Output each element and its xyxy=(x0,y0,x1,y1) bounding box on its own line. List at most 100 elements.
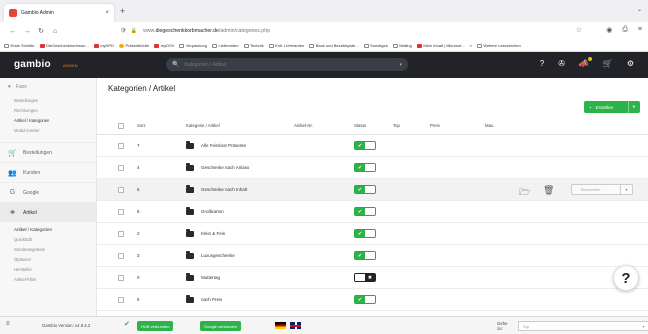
table-row[interactable]: 7 Alle Feinkost Präsente ✔ xyxy=(97,135,648,157)
sidebar-favorite-item[interactable]: Rechnungen xyxy=(0,106,96,116)
sidebar-favorite-item[interactable]: Bestellungen xyxy=(0,96,96,106)
table-row[interactable]: 4 Geschenke nach Anlass ✔ xyxy=(97,157,648,179)
goto-dropdown[interactable]: Top ▾ xyxy=(517,321,648,331)
admin-search[interactable]: 🔍 ▾ xyxy=(166,58,408,71)
bookmark-item[interactable]: Technik xyxy=(243,43,264,48)
status-toggle[interactable]: ✔ xyxy=(354,135,376,156)
menu-icon[interactable]: ≡ xyxy=(638,26,642,34)
col-article-no[interactable]: Artikel-Nr. xyxy=(294,117,313,134)
reload-icon[interactable]: ↻ xyxy=(34,27,48,35)
status-toggle[interactable]: ✖ xyxy=(354,267,376,288)
bookmark-item[interactable]: Lieferanten xyxy=(211,43,239,48)
row-checkbox[interactable] xyxy=(118,201,124,222)
bookmark-item[interactable]: Sonstiges xyxy=(363,43,388,48)
select-all-checkbox[interactable] xyxy=(118,117,124,134)
bookmark-item[interactable]: Präsentkörbe xyxy=(118,43,149,48)
sidebar-subitem[interactable]: Artikel-Filter xyxy=(0,275,96,285)
col-max[interactable]: Max. xyxy=(485,117,494,134)
bookmark-item[interactable]: Mein Inhalt | Microsof... xyxy=(416,43,465,48)
bookmark-item[interactable]: Mailing xyxy=(392,43,412,48)
chevron-down-icon[interactable]: ▾ xyxy=(399,62,402,68)
footer-menu-icon[interactable]: ≡ xyxy=(6,321,10,327)
forward-icon[interactable]: → xyxy=(20,28,34,35)
sidebar-subitem[interactable]: Artikel / Kategorien xyxy=(0,224,96,235)
row-name[interactable]: Großkarton xyxy=(186,201,224,222)
bookmark-item[interactable]: myDPD xyxy=(93,43,114,48)
address-bar[interactable]: 🛡 🔒 www. diegeschenkkorbmacher.de/admin/c… xyxy=(120,25,590,37)
tab-close-icon[interactable]: × xyxy=(105,10,109,16)
admin-search-input[interactable] xyxy=(184,61,400,68)
row-checkbox[interactable] xyxy=(118,179,124,200)
col-sort[interactable]: Sort. xyxy=(137,117,146,134)
table-row[interactable]: 0 Muttertag ✖ xyxy=(97,267,648,289)
status-toggle[interactable]: ✔ xyxy=(354,223,376,244)
tab-list-icon[interactable]: ⌄ xyxy=(637,6,642,13)
home-icon[interactable]: ⌂ xyxy=(48,28,62,35)
google-connected-button[interactable]: Google verbunden xyxy=(200,321,241,331)
sidebar-subitem[interactable]: QuickEdit xyxy=(0,235,96,245)
row-name[interactable]: Muttertag xyxy=(186,267,220,288)
row-name[interactable]: Klein & Fein xyxy=(186,223,225,244)
hub-connected-button[interactable]: HUB verbunden xyxy=(137,321,174,331)
shop-cart-icon[interactable]: 🛒 xyxy=(603,59,613,68)
sidebar-subitem[interactable]: Sonderangebote xyxy=(0,245,96,255)
sidebar-item-artikel[interactable]: ♣ Artikel xyxy=(0,202,96,222)
status-toggle[interactable]: ✔ xyxy=(354,179,376,200)
row-checkbox[interactable] xyxy=(118,223,124,244)
sidebar-favorite-item[interactable]: Artikel / Kategorien xyxy=(0,116,96,126)
sidebar-favorite-item[interactable]: Modul-Center xyxy=(0,126,96,136)
back-icon[interactable]: ← xyxy=(6,28,20,35)
flag-uk-icon[interactable] xyxy=(290,322,301,329)
create-dropdown-icon[interactable]: ▾ xyxy=(627,101,635,113)
bookmark-item[interactable]: Erste Schritte xyxy=(4,43,35,48)
gambio-logo[interactable]: gambio xyxy=(14,59,51,70)
row-name[interactable]: nach Preis xyxy=(186,289,222,310)
status-toggle[interactable]: ✔ xyxy=(354,157,376,178)
col-price[interactable]: Preis xyxy=(430,117,440,134)
new-tab-icon[interactable]: + xyxy=(120,6,125,16)
edit-button[interactable]: Bearbeiten ▾ xyxy=(571,184,633,195)
create-button[interactable]: + Erstellen ▾ xyxy=(584,101,640,113)
col-status[interactable]: Status xyxy=(354,117,366,134)
flag-de-icon[interactable] xyxy=(275,322,286,329)
col-name[interactable]: Kategorie / Artikel xyxy=(186,117,220,134)
table-row[interactable]: 3 Luxusgeschenke ✔ xyxy=(97,245,648,267)
row-name[interactable]: Alle Feinkost Präsente xyxy=(186,135,246,156)
status-toggle[interactable]: ✔ xyxy=(354,289,376,310)
edit-dropdown-icon[interactable]: ▾ xyxy=(620,185,632,194)
col-top[interactable]: Top xyxy=(393,117,400,134)
help-bulb-icon[interactable]: ? xyxy=(613,265,639,291)
bookmark-item[interactable]: DieGeschenkkorbmac... xyxy=(39,43,89,48)
row-checkbox[interactable] xyxy=(118,245,124,266)
sidebar-item-google[interactable]: G Google xyxy=(0,182,96,202)
sidebar-item-bestellungen[interactable]: 🛒 Bestellungen xyxy=(0,142,96,162)
status-toggle[interactable]: ✔ xyxy=(354,245,376,266)
bookmark-item[interactable]: Weitere Lesezeichen xyxy=(476,43,521,48)
bookmark-item[interactable]: Bank und Bezahlsyste... xyxy=(309,43,359,48)
row-name[interactable]: Luxusgeschenke xyxy=(186,245,235,266)
sidebar-favorites[interactable]: ♥ Favs xyxy=(0,78,96,96)
megaphone-icon[interactable]: 📣 xyxy=(579,57,592,68)
status-toggle[interactable]: ✔ xyxy=(354,201,376,222)
trash-icon[interactable]: 🗑 xyxy=(543,185,554,196)
table-row[interactable]: 8 Großkarton ✔ xyxy=(97,201,648,223)
sidebar-subitem[interactable]: Optionen xyxy=(0,255,96,265)
bookmark-item[interactable]: Verpackung xyxy=(179,43,207,48)
bookmark-item[interactable]: myDSV xyxy=(154,43,174,48)
bookmark-star-icon[interactable]: ☆ xyxy=(576,26,582,34)
row-checkbox[interactable] xyxy=(118,267,124,288)
table-row[interactable]: 6 nach Preis ✔ xyxy=(97,289,648,311)
pocket-icon[interactable]: ◉ xyxy=(606,26,612,34)
sidebar-item-kunden[interactable]: 👥 Kunden xyxy=(0,162,96,182)
help-question-icon[interactable]: ? xyxy=(540,59,544,68)
support-icon[interactable]: ✇ xyxy=(558,59,565,68)
row-name[interactable]: Geschenke nach Anlass xyxy=(186,157,249,178)
bookmark-item[interactable]: Entl. Lieferanten xyxy=(268,43,304,48)
table-row[interactable]: 5 Geschenke nach Inhalt ✔ 🗁 🗑 Bearbeiten ▾ xyxy=(97,179,648,201)
open-folder-icon[interactable]: 🗁 xyxy=(519,185,530,201)
row-checkbox[interactable] xyxy=(118,289,124,310)
extensions-icon[interactable]: ⎙ xyxy=(622,26,628,34)
browser-tab[interactable]: Gambio Admin × xyxy=(4,4,114,22)
row-checkbox[interactable] xyxy=(118,157,124,178)
bookmark-item[interactable]: » xyxy=(470,43,472,48)
